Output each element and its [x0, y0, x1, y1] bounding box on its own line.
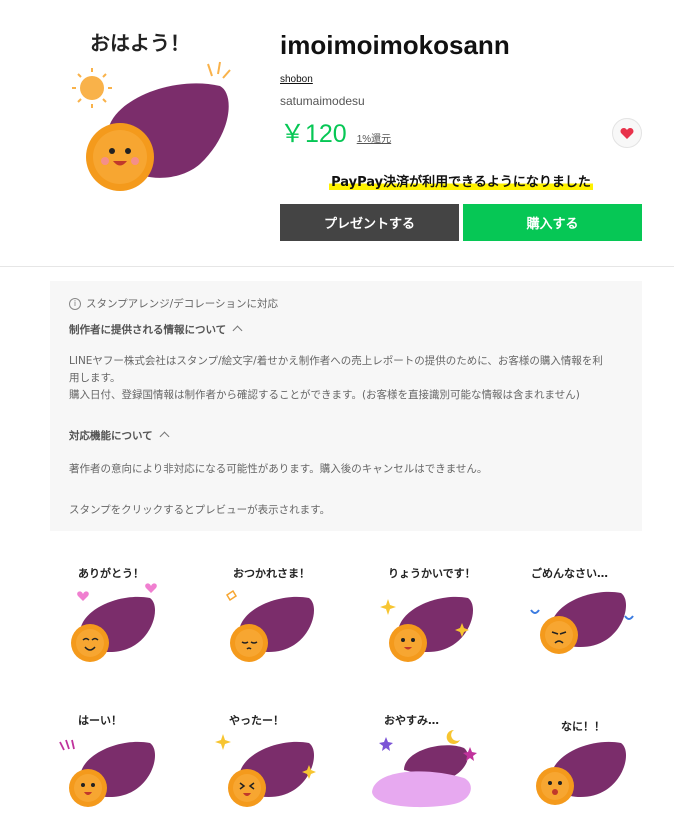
sticker-item[interactable]: おつかれさま！: [207, 550, 327, 670]
info-heading-toggle[interactable]: 制作者に提供される情報について: [69, 322, 243, 337]
chevron-up-icon: [232, 325, 243, 336]
heart-icon: [620, 127, 634, 139]
buy-button[interactable]: 購入する: [463, 204, 642, 241]
feature-heading-toggle[interactable]: 対応機能について: [69, 428, 170, 443]
author-link[interactable]: shobon: [280, 74, 313, 85]
hero-caption: おはよう！: [90, 31, 190, 55]
sticker-item[interactable]: なに！！: [521, 700, 641, 820]
sun-icon: [72, 68, 112, 108]
support-text: スタンプアレンジ/デコレーションに対応: [86, 298, 279, 310]
info-icon: i: [69, 298, 81, 310]
info-panel: i スタンプアレンジ/デコレーションに対応 制作者に提供される情報について LIN…: [50, 281, 642, 531]
sticker-caption: ごめんなさい…: [531, 566, 608, 580]
sparkle-icon: [215, 734, 231, 750]
sparkle-lines: [207, 61, 231, 79]
info-body-3: 購入日付、登録国情報は制作者から確認することができます。(お客様を直接識別可能な…: [69, 389, 580, 401]
product-subtitle: satumaimodesu: [280, 94, 365, 109]
sticker-caption: りょうかいです！: [388, 567, 476, 580]
info-body-2: 用します。: [69, 372, 121, 384]
info-body-1: LINEヤフー株式会社はスタンプ/絵文字/着せかえ制作者への売上レポートの提供の…: [69, 355, 603, 367]
favorite-button[interactable]: [612, 118, 642, 148]
sticker-item[interactable]: ありがとう！: [50, 550, 170, 670]
chevron-up-icon: [159, 431, 170, 442]
sticker-item[interactable]: りょうかいです！: [364, 550, 484, 670]
price-row: ￥120 1%還元: [280, 114, 642, 150]
feature-heading: 対応機能について: [69, 430, 153, 442]
sparkle-icon: [380, 599, 396, 615]
info-heading: 制作者に提供される情報について: [69, 324, 227, 336]
star-icon: [379, 737, 393, 751]
sticker-caption: ありがとう！: [78, 566, 144, 580]
moon-icon: [446, 729, 460, 744]
gift-button[interactable]: プレゼントする: [280, 204, 459, 241]
sticker-caption: おつかれさま！: [233, 567, 310, 580]
sweat-icon: [624, 615, 634, 620]
price: ￥120: [280, 120, 347, 149]
sticker-caption: はーい！: [78, 714, 122, 727]
sticker-caption: やったー！: [229, 714, 284, 727]
paypay-notice: PayPay決済が利用できるようになりました: [280, 171, 642, 190]
product-title: imoimoimokosann: [280, 30, 510, 60]
potato-face-icon: [86, 123, 154, 191]
support-line: i スタンプアレンジ/デコレーションに対応: [69, 296, 278, 311]
divider: [0, 266, 674, 267]
preview-hint: スタンプをクリックするとプレビューが表示されます。: [69, 504, 331, 516]
paypay-notice-text: PayPay決済が利用できるようになりました: [329, 175, 593, 190]
reward-link[interactable]: 1%還元: [357, 130, 391, 145]
motion-lines: [59, 739, 75, 751]
product-info: imoimoimokosann shobon satumaimodesu ￥12…: [280, 30, 642, 150]
sweat-icon: [225, 589, 238, 602]
sticker-caption: なに！！: [561, 720, 605, 733]
blanket: [372, 771, 471, 808]
heart-icon: [145, 583, 157, 593]
sticker-item[interactable]: ごめんなさい…: [521, 550, 641, 670]
sticker-item[interactable]: はーい！: [50, 700, 170, 820]
sticker-caption: おやすみ…: [384, 714, 439, 727]
sticker-item[interactable]: やったー！: [207, 700, 327, 820]
heart-icon: [77, 591, 89, 601]
hero-sticker-image: おはよう！: [60, 24, 250, 214]
feature-body: 著作者の意向により非対応になる可能性があります。購入後のキャンセルはできません。: [69, 463, 488, 475]
sweat-icon: [530, 609, 540, 614]
sticker-item[interactable]: おやすみ…: [364, 700, 484, 820]
